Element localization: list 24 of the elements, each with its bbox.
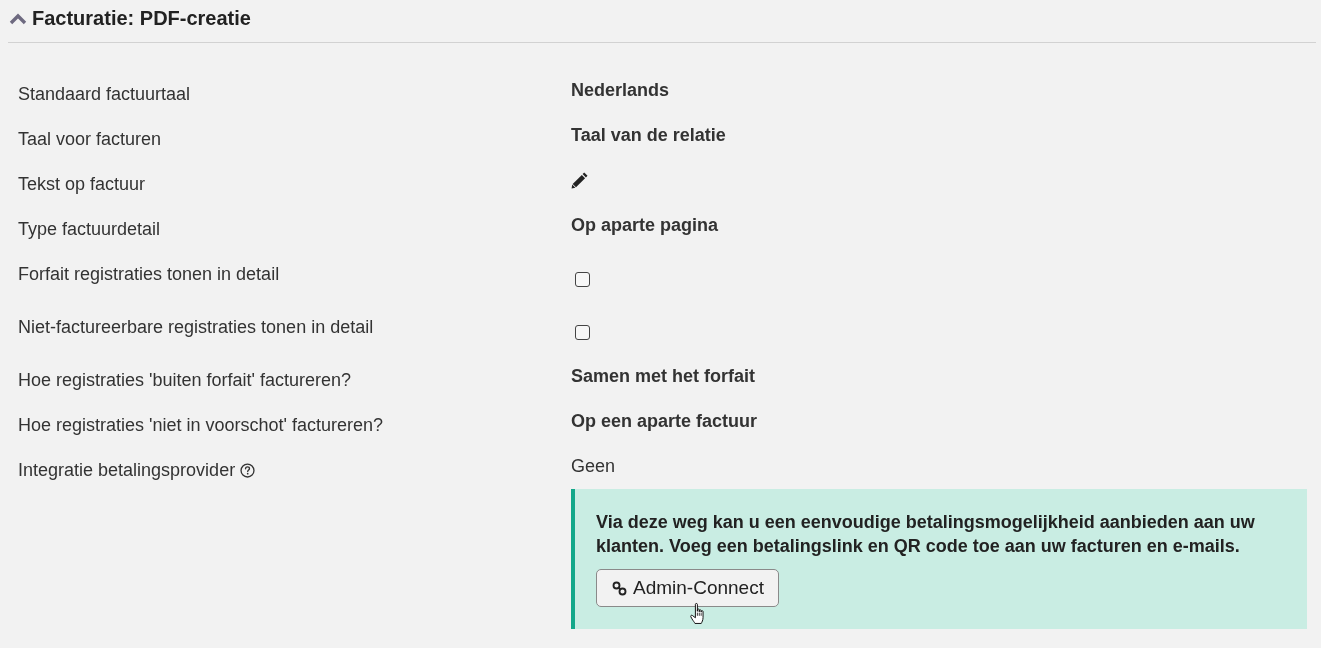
link-icon bbox=[612, 580, 627, 596]
setting-value: Samen met het forfait bbox=[571, 365, 756, 388]
setting-label: Tekst op factuur bbox=[18, 173, 146, 196]
setting-label: Taal voor facturen bbox=[18, 128, 162, 151]
section-title[interactable]: Facturatie: PDF-creatie bbox=[32, 6, 251, 30]
pencil-icon[interactable] bbox=[571, 171, 589, 189]
setting-value: Nederlands bbox=[571, 79, 670, 102]
setting-label: Integratie betalingsprovider bbox=[18, 459, 236, 482]
setting-label: Hoe registraties 'buiten forfait' factureren? bbox=[18, 369, 352, 392]
setting-value: Op een aparte factuur bbox=[571, 410, 758, 433]
chevron-icon[interactable] bbox=[9, 13, 27, 25]
help-icon[interactable] bbox=[240, 462, 256, 478]
info-text: Via deze weg kan u een eenvoudige betalingsmogelijkheid aanbieden aan uw klanten. Voeg een betalingslink en QR code toe aan uw facturen en e-mails. bbox=[596, 511, 1256, 558]
setting-label: Type factuurdetail bbox=[18, 218, 161, 241]
setting-value: Taal van de relatie bbox=[571, 124, 726, 147]
setting-label: Forfait registraties tonen in detail bbox=[18, 263, 280, 286]
checkbox[interactable] bbox=[575, 325, 590, 340]
checkbox[interactable] bbox=[575, 272, 590, 287]
setting-value: Geen bbox=[571, 455, 616, 478]
setting-label: Hoe registraties 'niet in voorschot' factureren? bbox=[18, 414, 384, 437]
admin-connect-button[interactable]: Admin-Connect bbox=[596, 569, 779, 607]
setting-label: Niet-factureerbare registraties tonen in detail bbox=[18, 316, 374, 339]
setting-value: Op aparte pagina bbox=[571, 214, 719, 237]
setting-label: Standaard factuurtaal bbox=[18, 83, 191, 106]
